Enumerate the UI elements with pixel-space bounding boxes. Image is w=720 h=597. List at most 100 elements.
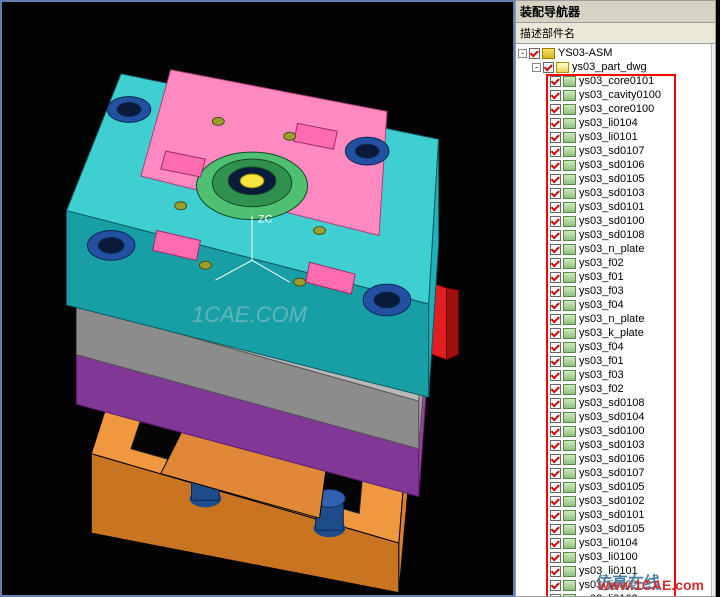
checkbox[interactable] [529,48,540,59]
tree-component-row[interactable]: ys03_cavity0100 [516,88,715,102]
tree-component-row[interactable]: ys03_sd0105 [516,522,715,536]
tree-component-row[interactable]: ys03_n_plate [516,242,715,256]
checkbox[interactable] [550,594,561,597]
tree-component-row[interactable]: ys03_li0103 [516,592,715,596]
component-icon [563,440,576,451]
tree-component-row[interactable]: ys03_f01 [516,270,715,284]
tree-component-row[interactable]: ys03_f01 [516,354,715,368]
checkbox[interactable] [550,580,561,591]
checkbox[interactable] [550,524,561,535]
expander-icon[interactable]: - [532,63,541,72]
tree-component-row[interactable]: ys03_f02 [516,382,715,396]
checkbox[interactable] [550,356,561,367]
tree-component-row[interactable]: ys03_sd0105 [516,480,715,494]
component-label: ys03_cavity0100 [578,88,661,102]
tree-component-row[interactable]: ys03_sd0102 [516,494,715,508]
checkbox[interactable] [550,300,561,311]
checkbox[interactable] [550,496,561,507]
tree-component-row[interactable]: ys03_li0104 [516,536,715,550]
tree-component-row[interactable]: ys03_li0104 [516,116,715,130]
tree-component-row[interactable]: ys03_sd0103 [516,186,715,200]
component-icon [563,580,576,591]
tree-component-row[interactable]: ys03_sd0106 [516,452,715,466]
checkbox[interactable] [550,384,561,395]
checkbox[interactable] [550,286,561,297]
checkbox[interactable] [550,188,561,199]
tree-component-row[interactable]: ys03_core0101 [516,74,715,88]
tree-root-row[interactable]: - YS03-ASM [516,46,715,60]
checkbox[interactable] [550,552,561,563]
tree-component-row[interactable]: ys03_sd0106 [516,158,715,172]
checkbox[interactable] [550,412,561,423]
checkbox[interactable] [550,118,561,129]
tree-component-row[interactable]: ys03_sd0101 [516,200,715,214]
tree-component-row[interactable]: ys03_sd0100 [516,424,715,438]
tree-component-row[interactable]: ys03_sd0103 [516,438,715,452]
checkbox[interactable] [550,440,561,451]
tree-component-row[interactable]: ys03_li0101 [516,130,715,144]
part-icon [556,62,569,73]
tree-component-row[interactable]: ys03_li0101 [516,564,715,578]
tree-component-row[interactable]: ys03_li0100 [516,550,715,564]
tree-component-row[interactable]: ys03_sd0108 [516,228,715,242]
checkbox[interactable] [550,314,561,325]
tree-component-row[interactable]: ys03_sd0108 [516,396,715,410]
tree-component-row[interactable]: ys03_n_plate [516,312,715,326]
tree-component-row[interactable]: ys03_sd0105 [516,172,715,186]
tree-component-row[interactable]: ys03_f03 [516,368,715,382]
tree-component-row[interactable]: ys03_f04 [516,340,715,354]
tree-component-row[interactable]: ys03_sd0100 [516,214,715,228]
checkbox[interactable] [550,370,561,381]
component-label: ys03_sd0103 [578,438,644,452]
checkbox[interactable] [550,146,561,157]
checkbox[interactable] [550,230,561,241]
cad-viewport[interactable]: ZC 1CAE.COM [0,0,515,597]
checkbox[interactable] [550,342,561,353]
checkbox[interactable] [550,258,561,269]
component-label: ys03_sd0100 [578,214,644,228]
component-icon [563,76,576,87]
checkbox[interactable] [550,104,561,115]
checkbox[interactable] [550,538,561,549]
tree-component-row[interactable]: ys03_k_plate [516,326,715,340]
checkbox[interactable] [550,482,561,493]
component-label: ys03_sd0102 [578,494,644,508]
checkbox[interactable] [550,160,561,171]
checkbox[interactable] [550,566,561,577]
tree-scrollbar[interactable] [711,44,715,596]
checkbox[interactable] [550,510,561,521]
checkbox[interactable] [543,62,554,73]
checkbox[interactable] [550,454,561,465]
tree-component-row[interactable]: ys03_sd0101 [516,508,715,522]
checkbox[interactable] [550,426,561,437]
component-icon [563,384,576,395]
checkbox[interactable] [550,132,561,143]
tree-root-label: YS03-ASM [557,46,612,60]
tree-component-row[interactable]: ys03_sd0107 [516,466,715,480]
assembly-tree[interactable]: - YS03-ASM - ys03_part_dwg ys03_core0101… [516,44,715,596]
tree-component-row[interactable]: ys03_f03 [516,284,715,298]
tree-component-row[interactable]: ys03_f02 [516,256,715,270]
tree-component-row[interactable]: ys03_f04 [516,298,715,312]
checkbox[interactable] [550,76,561,87]
tree-component-row[interactable]: ys03_core0100 [516,102,715,116]
checkbox[interactable] [550,174,561,185]
expander-icon[interactable]: - [518,49,527,58]
checkbox[interactable] [550,216,561,227]
checkbox[interactable] [550,272,561,283]
component-label: ys03_li0102 [578,578,638,592]
checkbox[interactable] [550,244,561,255]
tree-component-row[interactable]: ys03_sd0104 [516,410,715,424]
checkbox[interactable] [550,90,561,101]
checkbox[interactable] [550,468,561,479]
component-icon [563,398,576,409]
checkbox[interactable] [550,398,561,409]
tree-component-row[interactable]: ys03_sd0107 [516,144,715,158]
column-header[interactable]: 描述部件名 [516,23,715,44]
component-icon [563,468,576,479]
tree-component-row[interactable]: ys03_li0102 [516,578,715,592]
tree-part-row[interactable]: - ys03_part_dwg [516,60,715,74]
checkbox[interactable] [550,202,561,213]
checkbox[interactable] [550,328,561,339]
component-icon [563,552,576,563]
